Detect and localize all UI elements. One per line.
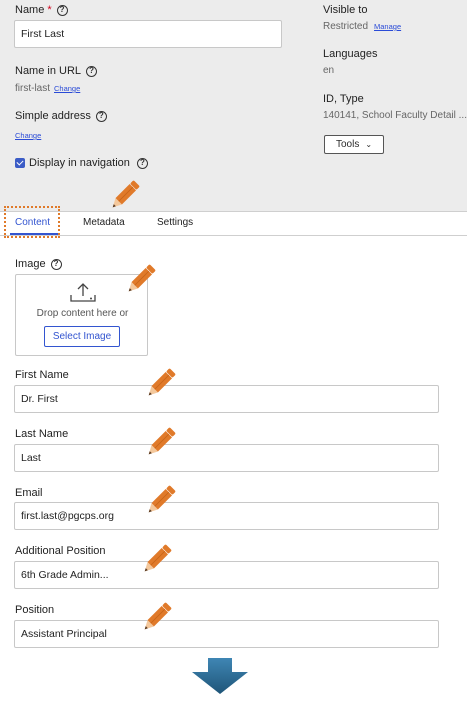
additional-position-label: Additional Position <box>15 545 106 557</box>
pencil-annotation-icon <box>136 598 176 638</box>
required-asterisk: * <box>47 4 52 16</box>
chevron-down-icon: ⌄ <box>365 140 373 149</box>
pencil-annotation-icon <box>120 260 160 300</box>
image-label: Image ? <box>15 258 62 270</box>
tab-settings[interactable]: Settings <box>157 217 193 228</box>
name-input[interactable]: First Last <box>14 20 282 48</box>
position-label: Position <box>15 604 55 616</box>
pencil-annotation-icon <box>140 423 180 463</box>
change-url-link[interactable]: Change <box>54 84 80 93</box>
email-label: Email <box>15 487 43 499</box>
tabs-divider <box>0 235 467 236</box>
position-input[interactable]: Assistant Principal <box>14 620 439 648</box>
simple-address-label: Simple address ? <box>15 110 107 122</box>
last-name-input[interactable]: Last <box>14 444 439 472</box>
last-name-label: Last Name <box>15 428 69 440</box>
help-icon[interactable]: ? <box>56 4 68 16</box>
help-icon[interactable]: ? <box>86 65 98 77</box>
first-name-input[interactable]: Dr. First <box>14 385 439 413</box>
languages-label: Languages <box>323 48 378 60</box>
visible-to-label: Visible to <box>323 4 368 16</box>
pencil-annotation-icon <box>140 481 180 521</box>
first-name-label: First Name <box>15 369 69 381</box>
help-icon[interactable]: ? <box>136 157 148 169</box>
change-simple-address-link[interactable]: Change <box>15 131 41 140</box>
upload-icon <box>70 283 96 302</box>
languages-value: en <box>323 65 335 76</box>
id-type-value: 140141, School Faculty Detail ... <box>323 110 467 121</box>
display-in-navigation-label: Display in navigation ? <box>29 157 148 169</box>
display-in-navigation-checkbox[interactable] <box>15 158 25 168</box>
additional-position-input[interactable]: 6th Grade Admin... <box>14 561 439 589</box>
panel-divider <box>0 211 467 212</box>
help-icon[interactable]: ? <box>95 110 107 122</box>
drop-content-text: Drop content here or <box>36 308 129 319</box>
pencil-annotation-icon <box>136 540 176 580</box>
pencil-annotation-icon <box>104 176 144 216</box>
id-type-label: ID, Type <box>323 93 364 105</box>
select-image-button[interactable]: Select Image <box>44 326 120 347</box>
down-arrow-icon <box>192 658 248 694</box>
name-in-url-label: Name in URL ? <box>15 65 98 77</box>
help-icon[interactable]: ? <box>50 258 62 270</box>
manage-link[interactable]: Manage <box>374 22 401 31</box>
tab-highlight-annotation <box>4 206 60 238</box>
visible-to-value: Restricted Manage <box>323 21 402 32</box>
email-input[interactable]: first.last@pgcps.org <box>14 502 439 530</box>
name-label: Name * ? <box>15 4 68 16</box>
tab-metadata[interactable]: Metadata <box>83 217 125 228</box>
name-in-url-value: first-last Change <box>15 83 81 94</box>
tools-dropdown-button[interactable]: Tools ⌄ <box>324 135 384 154</box>
pencil-annotation-icon <box>140 364 180 404</box>
